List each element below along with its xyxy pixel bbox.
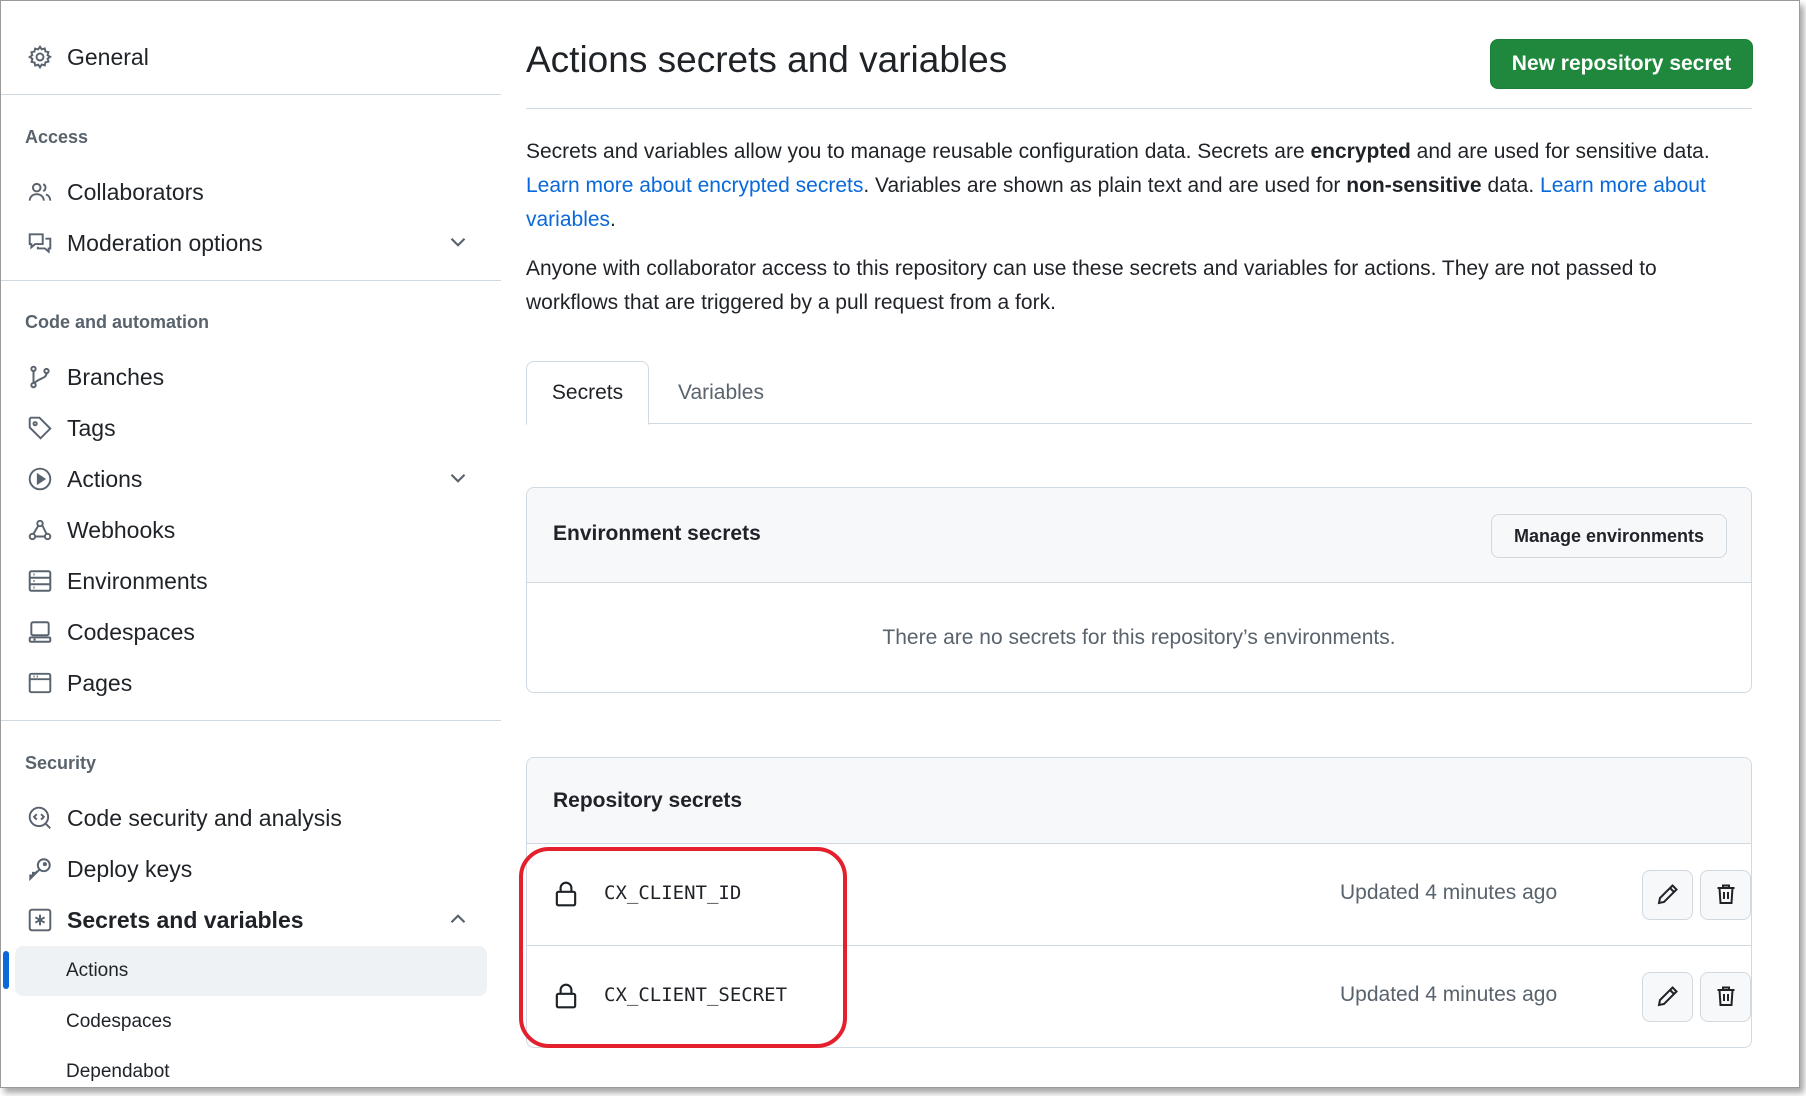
intro-bold-non-sensitive: non-sensitive bbox=[1346, 174, 1482, 197]
tag-icon bbox=[25, 413, 55, 443]
lock-icon bbox=[553, 880, 579, 908]
sidebar-item-label: Codespaces bbox=[67, 618, 195, 645]
secret-updated-time: Updated 4 minutes ago bbox=[1340, 983, 1558, 1006]
settings-sidebar: General Access Collaborators Moderation … bbox=[1, 1, 501, 1087]
browser-icon bbox=[25, 668, 55, 698]
secret-updated-time: Updated 4 minutes ago bbox=[1340, 881, 1558, 904]
chevron-up-icon[interactable] bbox=[445, 906, 475, 934]
sidebar-item-secrets-variables[interactable]: Secrets and variables bbox=[25, 898, 475, 942]
sidebar-item-label: Secrets and variables bbox=[67, 906, 304, 933]
sidebar-item-label: Actions bbox=[67, 465, 143, 492]
environment-secrets-title: Environment secrets bbox=[553, 522, 761, 545]
active-indicator bbox=[3, 951, 9, 989]
sidebar-item-branches[interactable]: Branches bbox=[25, 355, 475, 399]
manage-environments-button[interactable]: Manage environments bbox=[1491, 514, 1727, 558]
repository-secrets-header: Repository secrets bbox=[527, 758, 1751, 844]
repository-secrets-list: CX_CLIENT_ID Updated 4 minutes ago CX_CL… bbox=[527, 844, 1751, 1046]
intro-text: and are used for sensitive data. bbox=[1410, 140, 1710, 163]
sidebar-item-label: Code security and analysis bbox=[67, 804, 342, 831]
pencil-icon bbox=[1656, 882, 1680, 909]
sidebar-divider bbox=[1, 280, 501, 281]
intro-text: Secrets and variables allow you to manag… bbox=[526, 140, 1311, 163]
environment-secrets-empty-message: There are no secrets for this repository… bbox=[882, 625, 1396, 649]
environment-secrets-header: Environment secrets Manage environments bbox=[527, 488, 1751, 583]
sidebar-item-label: Collaborators bbox=[67, 178, 204, 205]
new-repository-secret-button[interactable]: New repository secret bbox=[1490, 39, 1753, 89]
secret-name: CX_CLIENT_SECRET bbox=[604, 984, 788, 1006]
section-label-access: Access bbox=[25, 127, 89, 147]
sidebar-item-code-security[interactable]: Code security and analysis bbox=[25, 796, 475, 840]
collaborator-note: Anyone with collaborator access to this … bbox=[526, 257, 1657, 314]
intro-text: data. bbox=[1481, 174, 1541, 197]
sidebar-item-moderation[interactable]: Moderation options bbox=[25, 221, 475, 265]
secret-row: CX_CLIENT_SECRET Updated 4 minutes ago bbox=[527, 945, 1751, 1046]
sidebar-subitem-actions[interactable]: Actions bbox=[15, 946, 487, 996]
sidebar-item-label: Branches bbox=[67, 363, 165, 390]
sidebar-item-label: Deploy keys bbox=[67, 855, 193, 882]
sidebar-item-label: Moderation options bbox=[67, 229, 263, 256]
codespaces-icon bbox=[25, 617, 55, 647]
repository-secrets-title: Repository secrets bbox=[553, 789, 743, 812]
codescan-icon bbox=[25, 803, 55, 833]
sidebar-item-deploy-keys[interactable]: Deploy keys bbox=[25, 847, 475, 891]
server-icon bbox=[25, 566, 55, 596]
section-label-code-automation: Code and automation bbox=[25, 312, 209, 332]
window-frame: General Access Collaborators Moderation … bbox=[0, 0, 1800, 1088]
sidebar-item-pages[interactable]: Pages bbox=[25, 661, 475, 705]
gear-icon bbox=[25, 42, 55, 72]
secret-name: CX_CLIENT_ID bbox=[604, 882, 742, 904]
sidebar-divider bbox=[1, 720, 501, 721]
sidebar-item-actions[interactable]: Actions bbox=[25, 457, 475, 501]
chevron-down-icon[interactable] bbox=[445, 465, 475, 493]
secrets-variables-tabs: Secrets Variables bbox=[526, 361, 1752, 425]
sidebar-item-collaborators[interactable]: Collaborators bbox=[25, 170, 475, 214]
sidebar-item-label: Environments bbox=[67, 567, 208, 594]
sidebar-item-label: Pages bbox=[67, 669, 133, 696]
learn-more-encrypted-secrets-link[interactable]: Learn more about encrypted secrets bbox=[526, 174, 863, 197]
sidebar-item-label: Tags bbox=[67, 414, 116, 441]
key-icon bbox=[25, 854, 55, 884]
asterisk-icon bbox=[25, 905, 55, 935]
intro-paragraph: Secrets and variables allow you to manag… bbox=[526, 135, 1752, 237]
tab-secrets[interactable]: Secrets bbox=[526, 361, 649, 425]
sidebar-item-general[interactable]: General bbox=[25, 35, 475, 79]
trash-icon bbox=[1714, 882, 1738, 909]
chevron-down-icon[interactable] bbox=[445, 229, 475, 257]
pencil-icon bbox=[1656, 984, 1680, 1011]
section-label-security: Security bbox=[25, 753, 97, 773]
webhook-icon bbox=[25, 515, 55, 545]
sidebar-item-label: General bbox=[67, 43, 149, 70]
edit-secret-button[interactable] bbox=[1642, 972, 1693, 1022]
intro-text: . Variables are shown as plain text and … bbox=[863, 174, 1347, 197]
lock-icon bbox=[553, 982, 579, 1010]
page-title: Actions secrets and variables bbox=[526, 39, 1008, 80]
git-branch-icon bbox=[25, 362, 55, 392]
delete-secret-button[interactable] bbox=[1700, 972, 1751, 1022]
delete-secret-button[interactable] bbox=[1700, 870, 1751, 920]
edit-secret-button[interactable] bbox=[1642, 870, 1693, 920]
sidebar-item-tags[interactable]: Tags bbox=[25, 406, 475, 450]
sidebar-divider bbox=[1, 94, 501, 95]
repository-secrets-box: Repository secrets CX_CLIENT_ID Updated … bbox=[526, 757, 1752, 1048]
people-icon bbox=[25, 177, 55, 207]
trash-icon bbox=[1714, 984, 1738, 1011]
intro-bold-encrypted: encrypted bbox=[1310, 140, 1411, 163]
sidebar-subitem-dependabot[interactable]: Dependabot bbox=[15, 1047, 487, 1087]
tab-variables[interactable]: Variables bbox=[656, 361, 786, 425]
play-icon bbox=[25, 464, 55, 494]
sidebar-subitem-codespaces[interactable]: Codespaces bbox=[15, 997, 487, 1047]
sidebar-item-webhooks[interactable]: Webhooks bbox=[25, 508, 475, 552]
sidebar-item-environments[interactable]: Environments bbox=[25, 559, 475, 603]
title-divider bbox=[526, 108, 1752, 109]
comment-discussion-icon bbox=[25, 228, 55, 258]
sidebar-item-codespaces[interactable]: Codespaces bbox=[25, 610, 475, 654]
environment-secrets-box: Environment secrets Manage environments … bbox=[526, 487, 1752, 693]
sidebar-item-label: Webhooks bbox=[67, 516, 176, 543]
secret-row: CX_CLIENT_ID Updated 4 minutes ago bbox=[527, 844, 1751, 945]
intro-text: . bbox=[610, 208, 616, 231]
